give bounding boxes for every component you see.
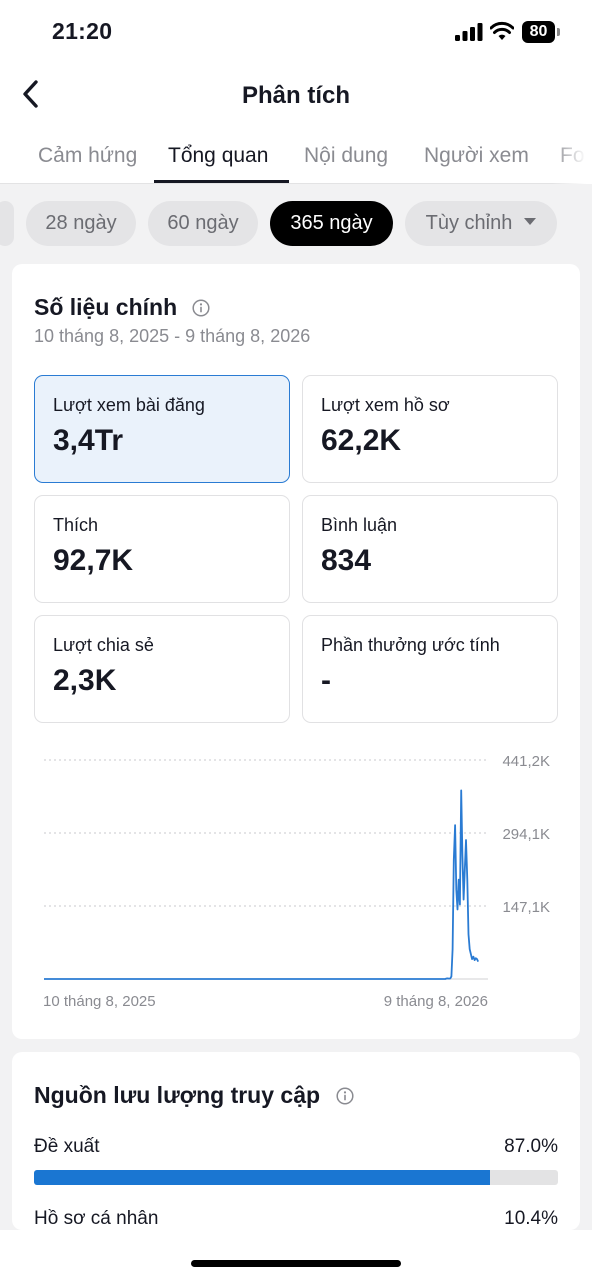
date-range-label: 10 tháng 8, 2025 - 9 tháng 8, 2026	[34, 326, 311, 346]
battery-icon: 80	[522, 21, 562, 43]
y-tick-label: 147,1K	[502, 899, 550, 916]
metric-tile-estimated-rewards[interactable]: Phần thưởng ước tính -	[302, 615, 558, 723]
metric-value: 834	[321, 544, 372, 577]
views-series-line	[44, 789, 480, 980]
tab-bar: Cảm hứng Tổng quan Nội dung Người xem Fo	[0, 136, 592, 184]
metric-label: Phần thưởng ước tính	[321, 635, 500, 655]
metric-tile-likes[interactable]: Thích 92,7K	[34, 495, 290, 603]
status-bar: 21:20 80	[0, 0, 592, 64]
metric-label: Bình luận	[321, 515, 398, 535]
tab-overview[interactable]: Tổng quan	[168, 144, 268, 168]
metric-value: 62,2K	[321, 424, 402, 457]
key-metrics-title: Số liệu chính	[34, 294, 178, 320]
battery-level: 80	[529, 23, 548, 40]
tab-viewers[interactable]: Người xem	[424, 144, 529, 168]
metric-value: 2,3K	[53, 664, 117, 697]
tab-inspiration[interactable]: Cảm hứng	[38, 144, 137, 168]
top-header: Phân tích Cảm hứng Tổng quan Nội dung Ng…	[0, 64, 592, 184]
key-metrics-card: Số liệu chính 10 tháng 8, 2025 - 9 tháng…	[12, 264, 580, 1039]
traffic-sources-title: Nguồn lưu lượng truy cập	[34, 1082, 321, 1108]
traffic-source-bar	[34, 1170, 558, 1185]
home-indicator[interactable]	[191, 1260, 401, 1267]
traffic-source-row: Đề xuất 87.0%	[34, 1136, 558, 1196]
metric-label: Lượt chia sẻ	[53, 635, 154, 655]
chip-365-days[interactable]: 365 ngày	[270, 201, 393, 246]
info-icon[interactable]	[336, 1087, 354, 1105]
caret-down-icon	[524, 218, 537, 226]
metric-tile-shares[interactable]: Lượt chia sẻ 2,3K	[34, 615, 290, 723]
views-line-chart[interactable]: 441,2K 294,1K 147,1K 10 tháng 8, 2025 9 thán…	[12, 734, 580, 1014]
metric-label: Lượt xem hồ sơ	[321, 395, 450, 415]
y-tick-label: 441,2K	[502, 753, 550, 770]
traffic-source-value: 10.4%	[504, 1208, 558, 1229]
status-time: 21:20	[52, 18, 113, 44]
signal-icon	[455, 23, 483, 41]
traffic-source-value: 87.0%	[504, 1136, 558, 1157]
chip-60-days[interactable]: 60 ngày	[148, 201, 258, 246]
chip-28-days[interactable]: 28 ngày	[26, 201, 136, 246]
chip-partial	[0, 201, 14, 246]
metric-value: 3,4Tr	[53, 424, 124, 457]
metric-label: Lượt xem bài đăng	[53, 395, 205, 415]
metric-label: Thích	[53, 515, 99, 535]
metric-tile-comments[interactable]: Bình luận 834	[302, 495, 558, 603]
bottom-safe-area	[0, 1230, 592, 1280]
traffic-source-label: Hồ sơ cá nhân	[34, 1208, 159, 1229]
tab-content[interactable]: Nội dung	[304, 144, 388, 168]
x-tick-label: 10 tháng 8, 2025	[43, 993, 156, 1010]
metric-tile-profile-views[interactable]: Lượt xem hồ sơ 62,2K	[302, 375, 558, 483]
metric-tile-post-views[interactable]: Lượt xem bài đăng 3,4Tr	[34, 375, 290, 483]
info-icon[interactable]	[192, 299, 210, 317]
traffic-source-bar-fill	[34, 1170, 490, 1185]
metric-value: 92,7K	[53, 544, 134, 577]
traffic-source-label: Đề xuất	[34, 1136, 100, 1157]
date-range-filters: 28 ngày 60 ngày 365 ngày Tùy chỉnh	[0, 184, 592, 262]
x-tick-label: 9 tháng 8, 2026	[384, 993, 488, 1010]
wifi-icon	[490, 21, 514, 40]
chip-custom-label: Tùy chỉnh	[425, 212, 513, 234]
metric-value: -	[321, 664, 331, 697]
traffic-sources-card: Nguồn lưu lượng truy cập Đề xuất 87.0% H…	[12, 1052, 580, 1257]
active-tab-indicator	[154, 180, 289, 183]
page-title: Phân tích	[241, 82, 350, 109]
chip-custom[interactable]: Tùy chỉnh	[405, 201, 557, 246]
tab-fade	[552, 136, 592, 184]
y-tick-label: 294,1K	[502, 826, 550, 843]
